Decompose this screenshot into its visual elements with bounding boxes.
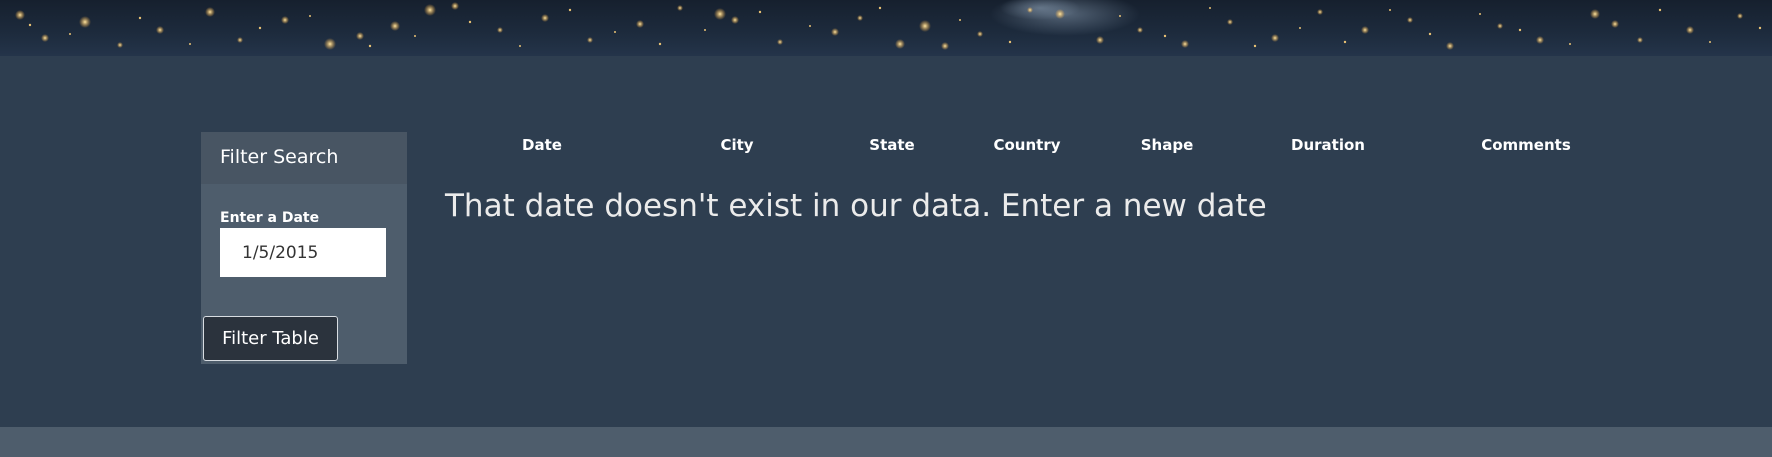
column-header-country: Country bbox=[993, 136, 1061, 154]
column-header-date: Date bbox=[522, 136, 562, 154]
no-results-message: That date doesn't exist in our data. Ent… bbox=[445, 188, 1267, 224]
column-header-duration: Duration bbox=[1291, 136, 1365, 154]
filter-panel-title: Filter Search bbox=[220, 146, 339, 168]
filter-panel: Filter Search Enter a Date Filter Table bbox=[201, 132, 407, 364]
date-input[interactable] bbox=[220, 228, 386, 277]
results-table: Date City State Country Shape Duration C… bbox=[440, 118, 1600, 318]
column-header-shape: Shape bbox=[1140, 136, 1194, 154]
filter-table-button[interactable]: Filter Table bbox=[203, 316, 338, 361]
column-header-comments: Comments bbox=[1481, 136, 1571, 154]
hero-banner bbox=[0, 0, 1772, 56]
column-header-state: State bbox=[869, 136, 915, 154]
date-input-label: Enter a Date bbox=[220, 210, 320, 226]
filter-panel-header: Filter Search bbox=[201, 132, 407, 184]
footer-band bbox=[0, 427, 1772, 457]
column-header-city: City bbox=[720, 136, 754, 154]
city-lights-image bbox=[15, 0, 1762, 50]
